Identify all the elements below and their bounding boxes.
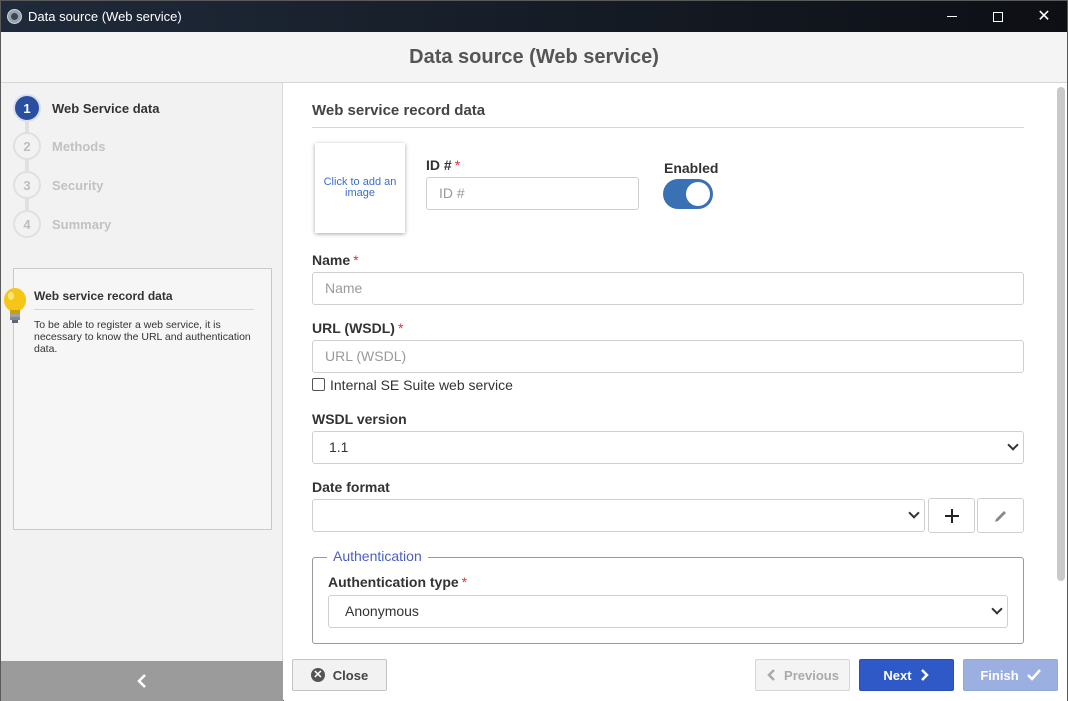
wsdl-version-label: WSDL version (312, 411, 407, 427)
edit-date-format-button[interactable] (977, 498, 1024, 533)
chevron-left-icon (767, 669, 775, 681)
url-label: URL (WSDL) * (312, 320, 404, 336)
help-text: To be able to register a web service, it… (34, 319, 251, 355)
dialog-window: Data source (Web service) ✕ Data source … (0, 0, 1068, 701)
url-input[interactable]: URL (WSDL) (312, 340, 1024, 373)
date-format-select[interactable] (312, 499, 925, 532)
close-circle-icon: ✕ (310, 668, 325, 682)
vertical-scrollbar[interactable] (1057, 87, 1065, 581)
dialog-header: Data source (Web service) (1, 32, 1067, 83)
step-label: Summary (52, 217, 112, 232)
add-image-button[interactable]: Click to add an image (315, 143, 405, 233)
authentication-group: Authentication Authentication type * Anon… (312, 548, 1024, 644)
auth-type-label: Authentication type * (328, 574, 468, 590)
auth-type-select[interactable]: Anonymous (328, 595, 1008, 628)
enabled-label: Enabled (664, 160, 719, 176)
chevron-left-icon (137, 674, 146, 688)
collapse-panel-button[interactable] (1, 661, 283, 701)
form-area: Web service record data Click to add an … (284, 83, 1067, 658)
window-title: Data source (Web service) (28, 9, 182, 24)
authentication-legend: Authentication (327, 548, 428, 564)
wsdl-version-select[interactable]: 1.1 (312, 431, 1024, 464)
finish-button[interactable]: Finish (963, 659, 1058, 691)
app-icon (7, 9, 22, 24)
required-mark: * (353, 252, 359, 268)
id-label: ID # * (426, 157, 461, 173)
wizard-steps-panel: 1 Web Service data 2 Methods 3 Security … (1, 83, 283, 661)
plus-icon (944, 508, 959, 523)
title-bar: Data source (Web service) ✕ (1, 1, 1067, 32)
next-button[interactable]: Next (859, 659, 954, 691)
required-mark: * (461, 574, 468, 590)
step-number: 1 (13, 94, 41, 122)
check-icon (1026, 669, 1041, 681)
minimize-icon (947, 16, 957, 17)
previous-label: Previous (784, 667, 839, 683)
id-input[interactable]: ID # (426, 177, 639, 210)
close-label: Close (332, 667, 369, 683)
section-divider (312, 127, 1024, 128)
chevron-down-icon (908, 507, 920, 519)
step-label: Web Service data (52, 101, 160, 116)
help-title: Web service record data (34, 289, 254, 310)
close-button[interactable]: ✕ Close (292, 659, 387, 691)
internal-service-checkbox[interactable] (312, 378, 325, 391)
date-format-label: Date format (312, 479, 390, 495)
toggle-knob (686, 182, 710, 206)
close-icon: ✕ (1037, 7, 1051, 25)
enabled-toggle[interactable] (663, 179, 713, 209)
previous-button[interactable]: Previous (755, 659, 850, 691)
step-connector (25, 159, 29, 171)
step-number: 3 (13, 171, 41, 199)
add-date-format-button[interactable] (928, 498, 975, 533)
page-title: Data source (Web service) (409, 46, 659, 68)
finish-label: Finish (980, 667, 1019, 683)
minimize-button[interactable] (929, 1, 975, 32)
maximize-icon (993, 11, 1003, 22)
step-web-service-data[interactable]: 1 Web Service data (13, 94, 273, 122)
step-label: Security (52, 178, 104, 193)
chevron-right-icon (920, 669, 929, 681)
wsdl-version-value: 1.1 (329, 439, 349, 455)
step-summary[interactable]: 4 Summary (13, 210, 273, 238)
next-label: Next (883, 667, 912, 683)
dialog-footer: ✕ Close Previous Next Finish (284, 658, 1067, 701)
chevron-down-icon (1007, 439, 1019, 451)
window-close-button[interactable]: ✕ (1021, 1, 1067, 32)
help-box: Web service record data To be able to re… (4, 268, 272, 530)
section-title: Web service record data (312, 102, 486, 119)
required-mark: * (454, 157, 461, 173)
required-mark: * (397, 320, 404, 336)
auth-type-value: Anonymous (345, 603, 419, 619)
chevron-down-icon (991, 603, 1003, 615)
step-methods[interactable]: 2 Methods (13, 132, 273, 160)
step-security[interactable]: 3 Security (13, 171, 273, 199)
step-number: 4 (13, 210, 41, 238)
name-label: Name * (312, 252, 359, 268)
step-label: Methods (52, 139, 106, 154)
lightbulb-icon (4, 288, 26, 323)
internal-service-label: Internal SE Suite web service (330, 377, 513, 393)
step-connector (25, 198, 29, 210)
name-input[interactable]: Name (312, 272, 1024, 305)
maximize-button[interactable] (975, 1, 1021, 32)
pencil-icon (994, 510, 1006, 522)
step-number: 2 (13, 132, 41, 160)
